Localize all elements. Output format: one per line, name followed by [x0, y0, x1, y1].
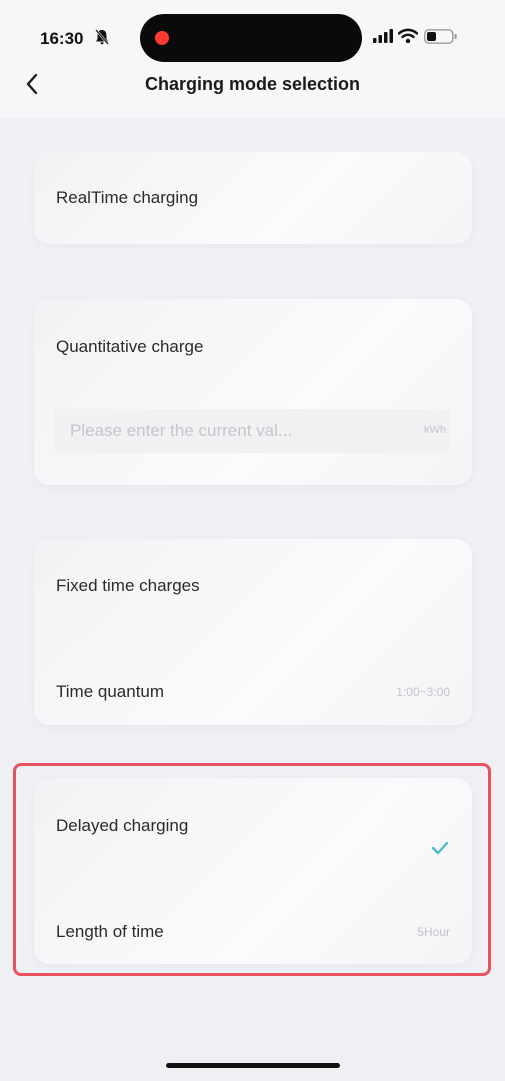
kwh-unit-label: kWh	[424, 424, 446, 436]
time-quantum-label: Time quantum	[56, 682, 165, 701]
fixed-time-charges-label: Fixed time charges	[56, 576, 200, 595]
wifi-icon	[397, 28, 419, 44]
checkmark-icon	[430, 840, 450, 856]
fixed-time-charges-card[interactable]: Fixed time charges Time quantum 1:00~3:0…	[34, 539, 472, 725]
time-quantum-value[interactable]: 1:00~3:00	[396, 685, 450, 699]
length-of-time-label: Length of time	[56, 922, 164, 941]
delayed-charging-label: Delayed charging	[56, 816, 189, 835]
bell-silent-icon	[94, 28, 110, 46]
realtime-charging-card[interactable]: RealTime charging	[34, 152, 472, 244]
charge-amount-input[interactable]	[54, 409, 450, 453]
status-time: 16:30	[40, 29, 84, 48]
signal-icon	[373, 29, 393, 43]
dynamic-island	[140, 14, 362, 62]
quantitative-charge-card[interactable]: Quantitative charge kWh	[34, 299, 472, 485]
status-bar: 16:30	[0, 0, 505, 70]
recording-dot-icon	[155, 31, 169, 45]
length-of-time-value[interactable]: 5Hour	[417, 925, 450, 939]
page-title: Charging mode selection	[144, 74, 361, 94]
quantitative-charge-label: Quantitative charge	[56, 337, 204, 356]
battery-icon	[424, 29, 458, 44]
delayed-charging-card[interactable]: Delayed charging Length of time 5Hour	[34, 778, 472, 964]
home-indicator	[166, 1063, 340, 1068]
realtime-charging-label: RealTime charging	[56, 188, 199, 207]
